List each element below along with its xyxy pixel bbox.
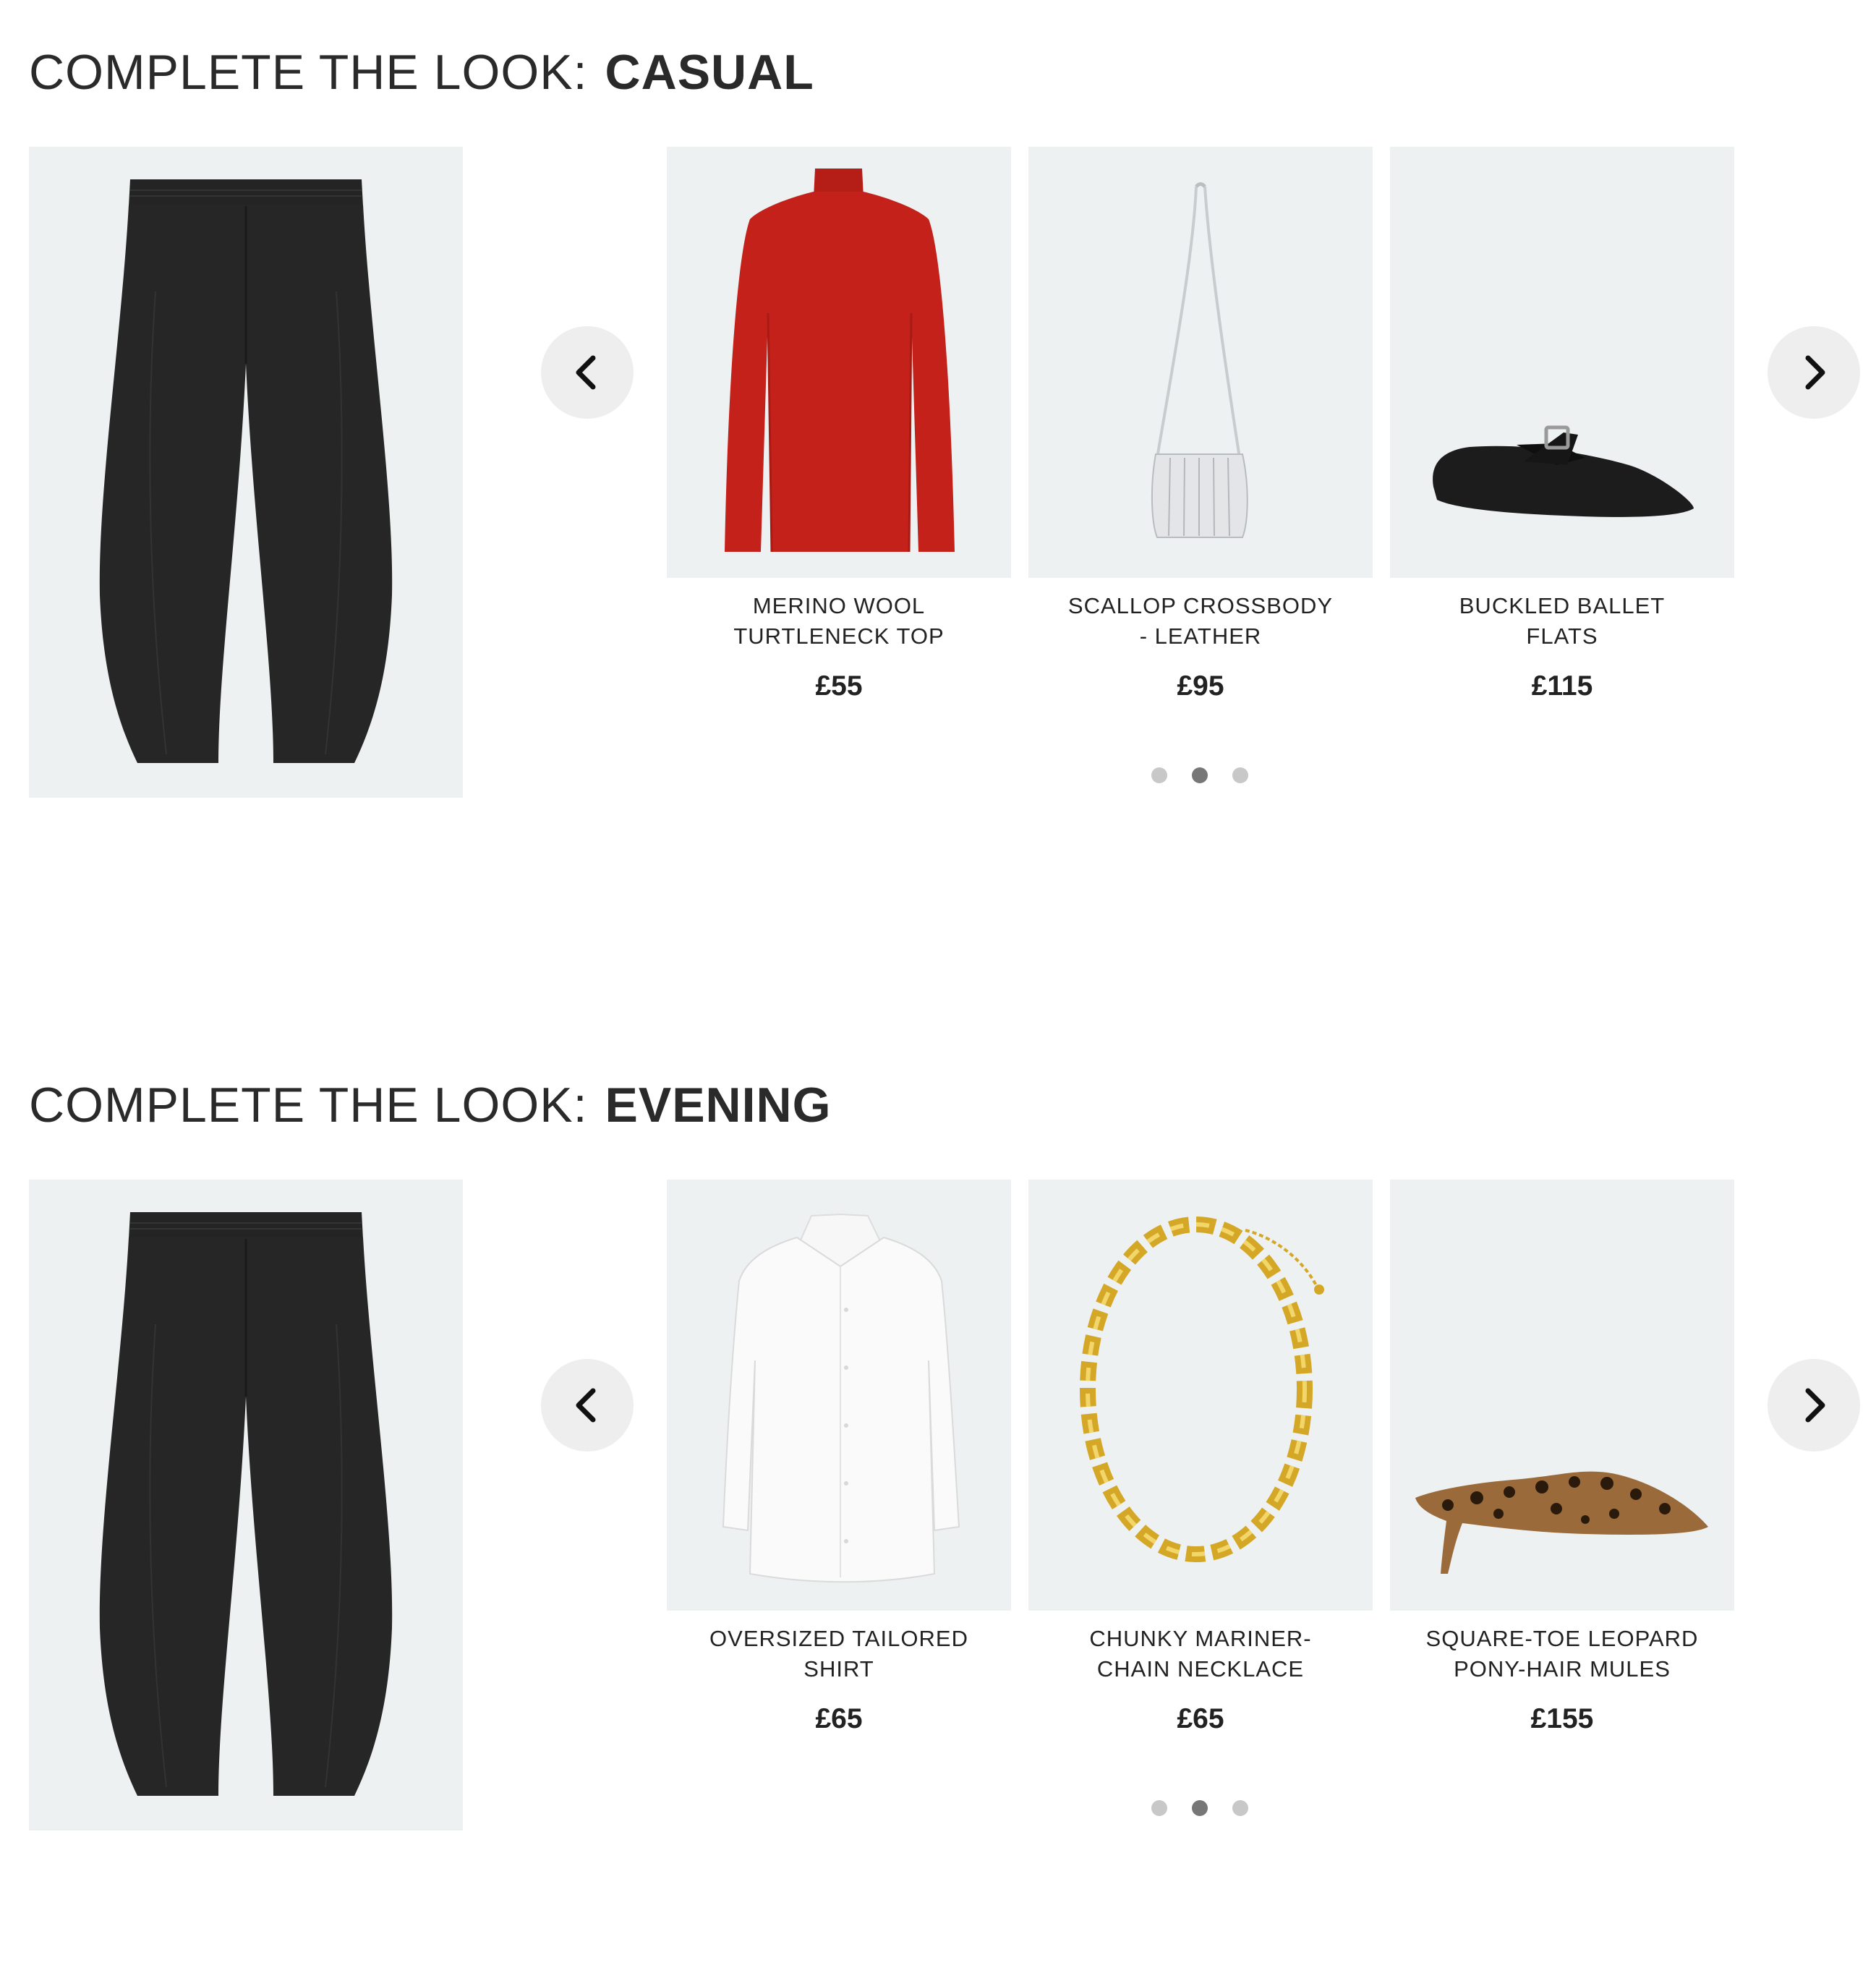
product-card[interactable]: OVERSIZED TAILORED SHIRT £65	[667, 1180, 1011, 1735]
black-ballet-flat-icon	[1433, 425, 1694, 517]
gold-chain-necklace-icon	[1080, 1216, 1324, 1562]
product-card[interactable]: CHUNKY MARINER-CHAIN NECKLACE £65	[1028, 1180, 1373, 1735]
complete-the-look-casual: COMPLETE THE LOOK: CASUAL MERINO WOOL TUR…	[0, 0, 1876, 798]
chevron-left-icon	[576, 1388, 596, 1423]
carousel-next-button[interactable]	[1768, 326, 1860, 419]
pagination-dot[interactable]	[1232, 1800, 1248, 1816]
product-image[interactable]	[1028, 147, 1373, 578]
product-card[interactable]: SCALLOP CROSSBODY - LEATHER £95	[1028, 147, 1373, 702]
product-price: £55	[815, 670, 863, 702]
carousel-next-button[interactable]	[1768, 1359, 1860, 1452]
pagination-dot[interactable]	[1232, 767, 1248, 783]
product-image[interactable]	[1028, 1180, 1373, 1611]
carousel-pagination	[1151, 1800, 1248, 1816]
heading-prefix: COMPLETE THE LOOK:	[29, 45, 588, 100]
chevron-right-icon	[1805, 355, 1825, 390]
pagination-dot-active[interactable]	[1192, 1800, 1208, 1816]
product-card[interactable]: SQUARE-TOE LEOPARD PONY-HAIR MULES £155	[1390, 1180, 1734, 1735]
chevron-left-icon	[576, 355, 596, 390]
heading-style-name: EVENING	[605, 1078, 832, 1133]
product-price: £65	[815, 1703, 863, 1734]
product-name[interactable]: OVERSIZED TAILORED SHIRT	[702, 1624, 976, 1684]
hero-product-image[interactable]	[29, 147, 463, 798]
product-name[interactable]: BUCKLED BALLET FLATS	[1425, 591, 1700, 652]
product-name[interactable]: MERINO WOOL TURTLENECK TOP	[702, 591, 976, 652]
product-card[interactable]: BUCKLED BALLET FLATS £115	[1390, 147, 1734, 702]
product-image[interactable]	[1390, 1180, 1734, 1611]
pagination-dot[interactable]	[1151, 767, 1167, 783]
carousel-prev-button[interactable]	[541, 1359, 634, 1452]
product-price: £65	[1177, 1703, 1224, 1734]
complete-the-look-evening: COMPLETE THE LOOK: EVENING OVERSIZED TAIL	[0, 1033, 1876, 1831]
white-shirt-icon	[722, 1213, 960, 1583]
chevron-right-icon	[1805, 1388, 1825, 1423]
carousel-prev-button[interactable]	[541, 326, 634, 419]
pagination-dot[interactable]	[1151, 1800, 1167, 1816]
product-price: £155	[1530, 1703, 1594, 1734]
product-name[interactable]: SQUARE-TOE LEOPARD PONY-HAIR MULES	[1425, 1624, 1700, 1684]
section-heading: COMPLETE THE LOOK: EVENING	[29, 1076, 832, 1134]
product-image[interactable]	[667, 1180, 1011, 1611]
product-name[interactable]: CHUNKY MARINER-CHAIN NECKLACE	[1063, 1624, 1338, 1684]
pagination-dot-active[interactable]	[1192, 767, 1208, 783]
silver-crossbody-bag-icon	[1151, 182, 1248, 538]
product-image[interactable]	[667, 147, 1011, 578]
black-barrel-trousers-icon	[99, 1212, 393, 1796]
black-barrel-trousers-icon	[99, 179, 393, 763]
red-turtleneck-icon	[694, 147, 984, 578]
product-card[interactable]: MERINO WOOL TURTLENECK TOP £55	[667, 147, 1011, 702]
product-price: £115	[1531, 670, 1593, 702]
leopard-mule-icon	[1415, 1471, 1708, 1574]
section-heading: COMPLETE THE LOOK: CASUAL	[29, 43, 814, 101]
heading-style-name: CASUAL	[605, 45, 814, 100]
carousel-pagination	[1151, 767, 1248, 783]
product-price: £95	[1177, 670, 1224, 702]
product-image[interactable]	[1390, 147, 1734, 578]
heading-prefix: COMPLETE THE LOOK:	[29, 1078, 588, 1133]
product-name[interactable]: SCALLOP CROSSBODY - LEATHER	[1063, 591, 1338, 652]
hero-product-image[interactable]	[29, 1180, 463, 1831]
